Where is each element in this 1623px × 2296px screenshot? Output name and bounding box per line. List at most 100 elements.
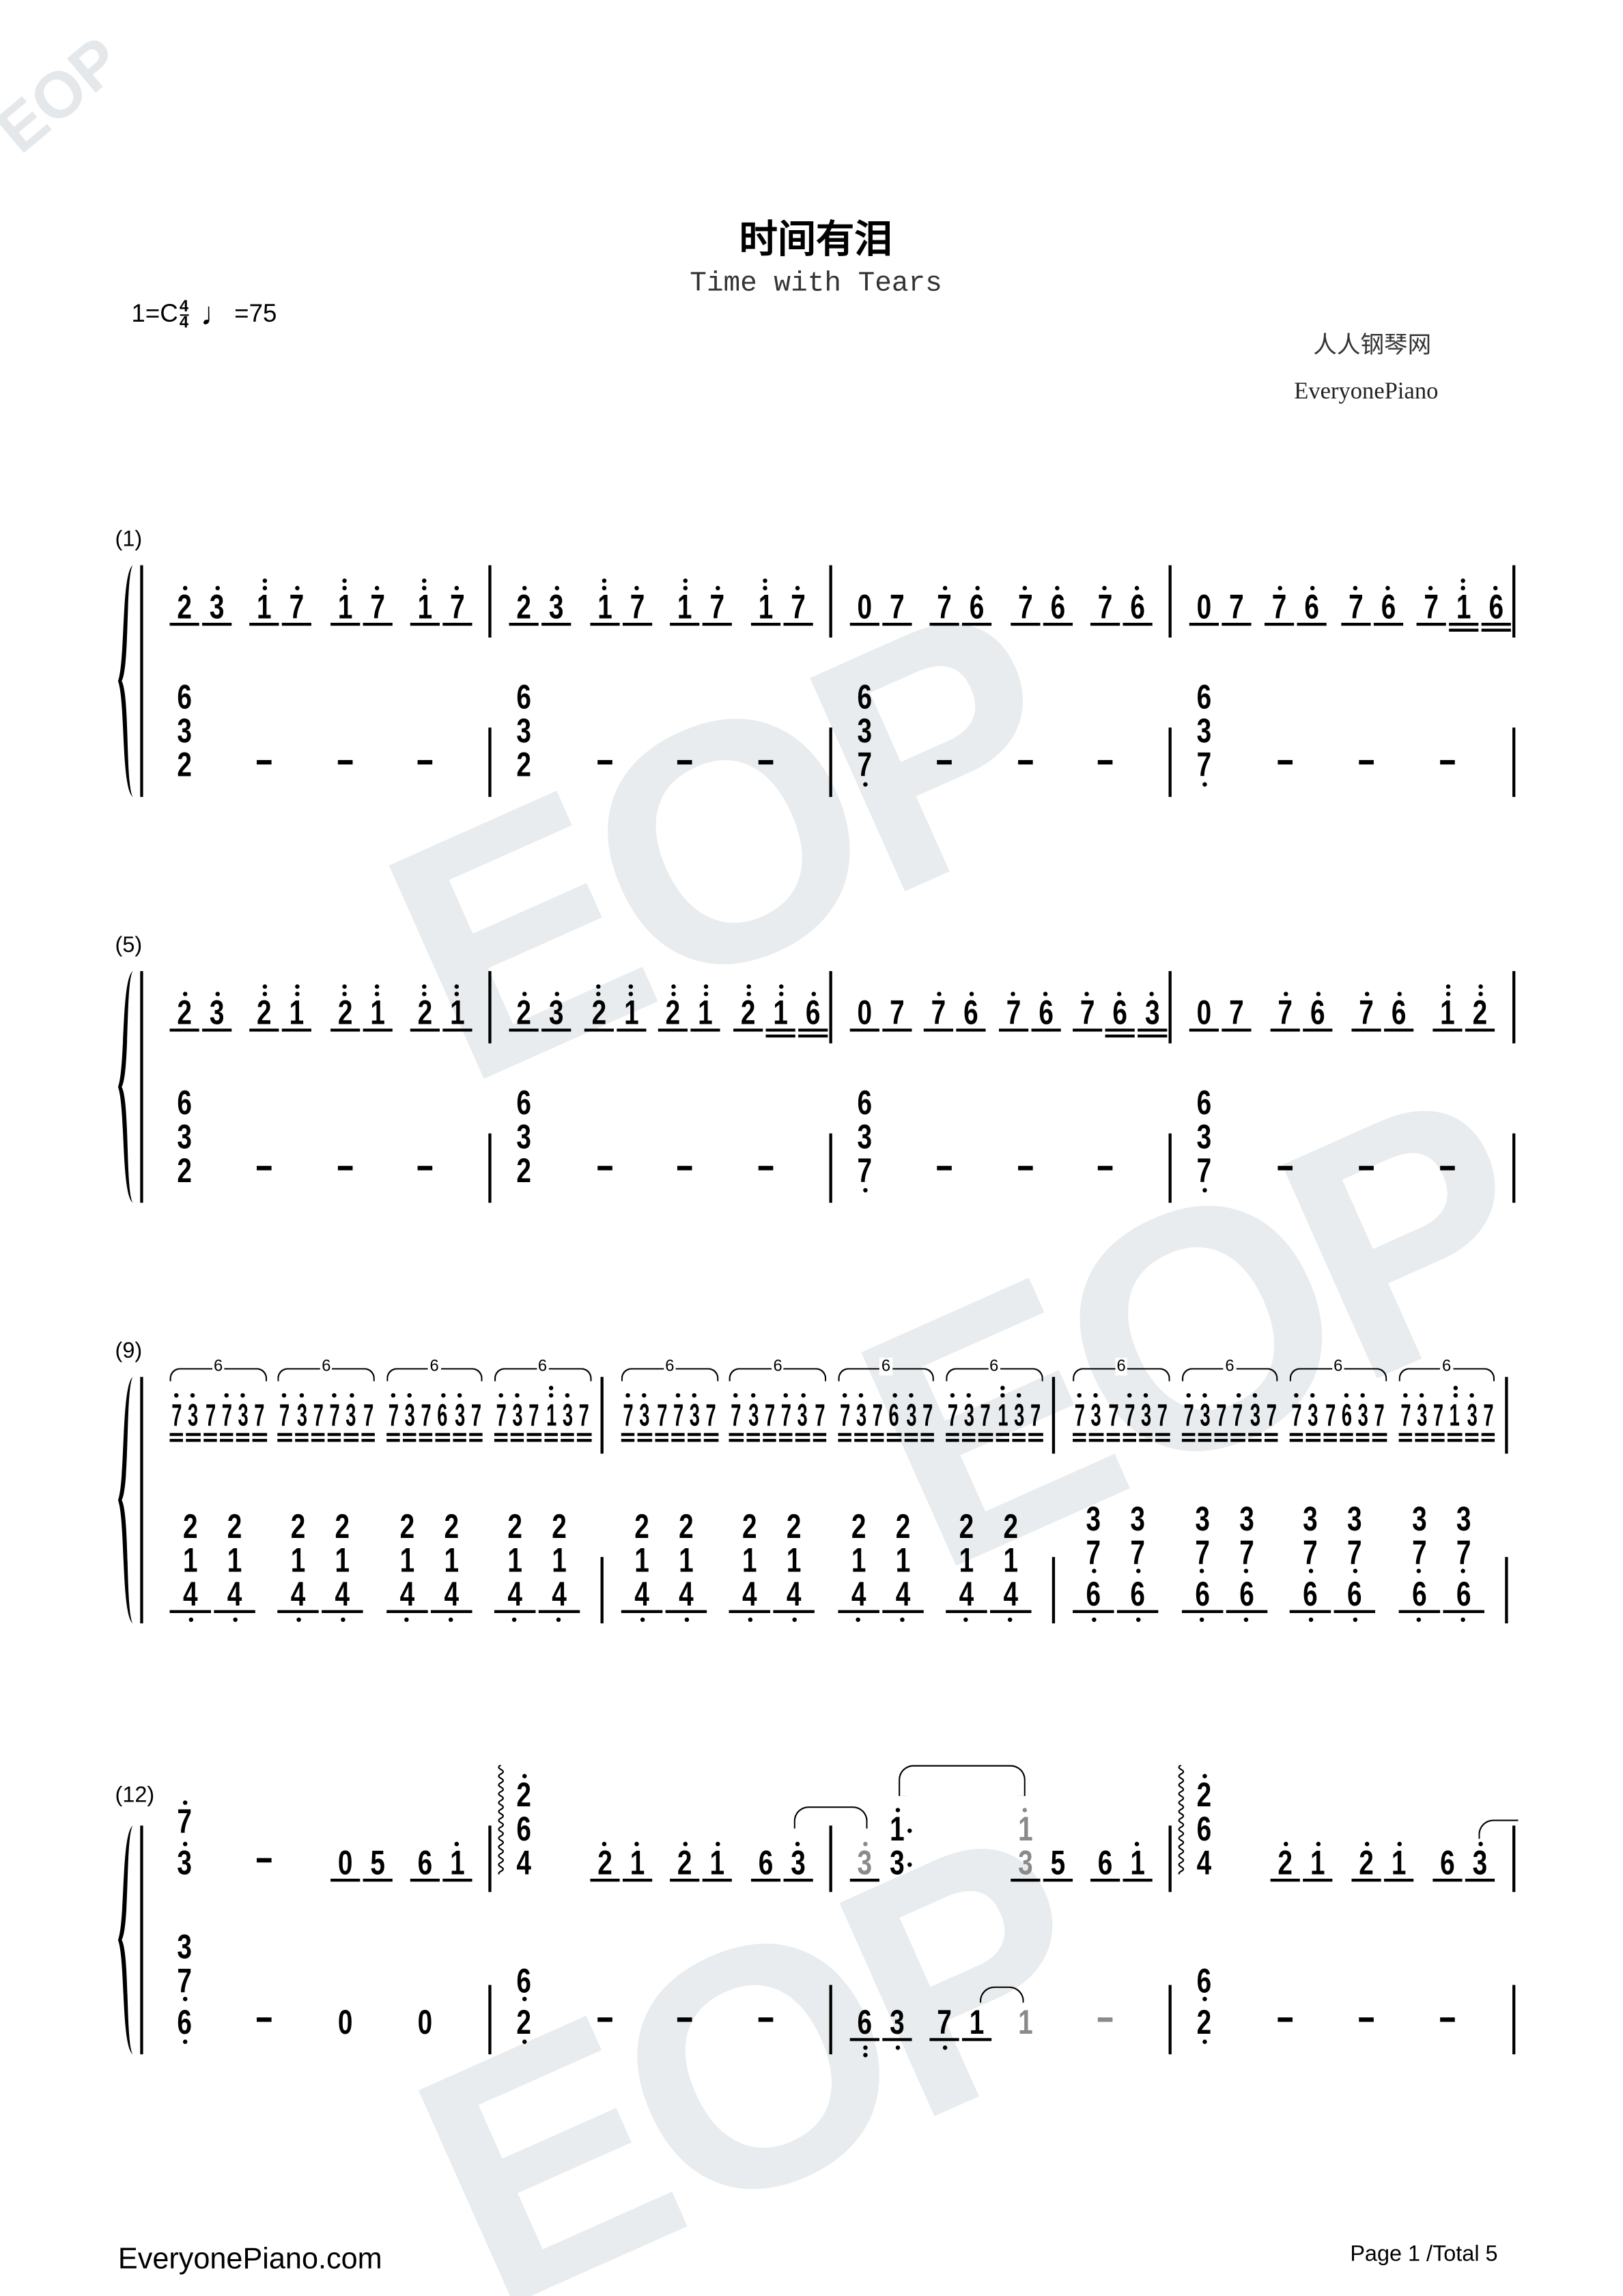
note-1: 1	[548, 1541, 569, 1580]
beat: 0	[328, 2005, 408, 2039]
sustain-dash	[675, 2004, 695, 2037]
note[interactable]	[1431, 2004, 1464, 2037]
note-7: 7	[174, 1963, 195, 2002]
note-group: 1	[1008, 2005, 1041, 2039]
score-page: EOP EOP EOP EOP 时间有泪 Time with Tears 1=C…	[0, 0, 1623, 2296]
note-1: 1	[396, 1543, 417, 1577]
sustain-dash	[1356, 2004, 1377, 2037]
note-digit: 1	[850, 1541, 866, 1580]
note[interactable]	[1088, 2004, 1121, 2037]
note[interactable]: 0	[408, 2005, 441, 2039]
note-digit: 7	[1194, 1533, 1209, 1572]
note[interactable]	[1269, 2004, 1301, 2037]
beat	[1269, 2004, 1350, 2037]
note-1: 1	[505, 1543, 525, 1577]
low-octave-dot	[1416, 1569, 1422, 1573]
tempo-value: =75	[234, 299, 277, 328]
note[interactable]	[749, 2004, 782, 2037]
note[interactable]: 7	[929, 2005, 961, 2050]
note-digit: 6	[857, 2002, 873, 2041]
note-digit: 7	[1455, 1533, 1471, 1572]
note[interactable]: 62	[507, 1963, 540, 2044]
beat	[668, 2004, 749, 2037]
low-octave-dot	[1202, 2039, 1206, 2044]
note-digit: 1	[443, 1541, 458, 1580]
note-2: 2	[548, 1509, 569, 1543]
note-digit: 2	[850, 1507, 866, 1545]
note-1: 1	[847, 1541, 868, 1580]
note-group: 62	[507, 1963, 540, 2044]
note[interactable]: 1	[961, 2002, 993, 2041]
note[interactable]: 62	[1188, 1963, 1221, 2044]
note-digit: 2	[291, 1507, 306, 1545]
system-brace-icon	[117, 1377, 133, 1624]
beat: 63	[849, 2002, 929, 2058]
beat: 1	[1008, 2005, 1088, 2039]
note[interactable]: 6	[849, 2002, 881, 2058]
staff-row: 376 0 0	[140, 1741, 488, 2044]
note-digit: 2	[742, 1507, 758, 1545]
beat	[1350, 2004, 1431, 2037]
note-7: 7	[1453, 1533, 1473, 1575]
rest: 0	[334, 2005, 354, 2039]
note[interactable]: 376	[168, 1930, 201, 2044]
note-1: 1	[784, 1541, 804, 1580]
note-6: 6	[174, 680, 195, 714]
dash-mark	[594, 2004, 615, 2034]
dash-mark	[1095, 2004, 1115, 2034]
note-6: 6	[513, 1085, 534, 1119]
note-6: 6	[1194, 1963, 1214, 2002]
note-group: 0	[328, 2005, 361, 2039]
note-digit: 1	[959, 1541, 974, 1580]
footer-site[interactable]: EveryonePiano.com	[118, 2243, 382, 2278]
note-1: 1	[1000, 1543, 1021, 1577]
note-group	[1088, 2004, 1121, 2037]
note-2: 2	[180, 1507, 201, 1545]
note-7: 7	[1409, 1536, 1429, 1575]
sustain-dash	[754, 2004, 775, 2037]
note-2: 2	[513, 2005, 534, 2044]
low-octave-dot	[1352, 1569, 1357, 1573]
barline	[1512, 1133, 1515, 1203]
note[interactable]	[1350, 2004, 1383, 2037]
note-group	[588, 2004, 621, 2037]
sustain-dash	[1275, 2004, 1295, 2037]
note-3: 3	[1127, 1502, 1148, 1536]
note[interactable]: 3	[881, 2005, 914, 2050]
note[interactable]: 1	[1008, 2005, 1041, 2039]
note-digit: 1	[970, 2002, 985, 2041]
note-digit: 3	[1455, 1499, 1471, 1538]
note-6: 6	[513, 680, 534, 714]
note[interactable]	[588, 2004, 621, 2037]
note-2: 2	[632, 1509, 652, 1543]
beat: 62	[507, 1963, 588, 2044]
note-digit: 1	[742, 1541, 758, 1580]
note[interactable]: 0	[328, 2005, 361, 2039]
note[interactable]	[249, 2004, 281, 2037]
tie-slur	[1478, 1819, 1519, 1839]
note-1: 1	[440, 1541, 461, 1580]
note-digit: 7	[1303, 1533, 1318, 1572]
tie-slur	[979, 1986, 1024, 2003]
note-digit: 2	[335, 1507, 350, 1545]
note-6: 6	[854, 1083, 875, 1122]
note-digit: 1	[551, 1541, 567, 1580]
note-2: 2	[440, 1509, 461, 1543]
note-digit: 7	[1130, 1533, 1145, 1572]
note-1: 1	[956, 1541, 976, 1580]
dash-mark	[1275, 2004, 1295, 2034]
note-digit: 2	[182, 1507, 198, 1545]
note-7: 7	[1344, 1536, 1365, 1575]
sustain-dash	[1437, 2004, 1458, 2037]
note-digit: 1	[894, 1541, 910, 1580]
page-indicator: Page 1 /Total 5	[1350, 2241, 1498, 2267]
note-2: 2	[224, 1509, 244, 1543]
note-group	[668, 2004, 701, 2037]
note-digit: 1	[787, 1541, 802, 1580]
duration-underline	[849, 2038, 879, 2041]
note-3: 3	[1409, 1502, 1429, 1536]
note[interactable]	[668, 2004, 701, 2037]
note-3: 3	[1453, 1499, 1473, 1538]
note-digit: 6	[857, 1083, 873, 1122]
staff-row: 214214214214214214214214	[601, 1313, 1052, 1622]
